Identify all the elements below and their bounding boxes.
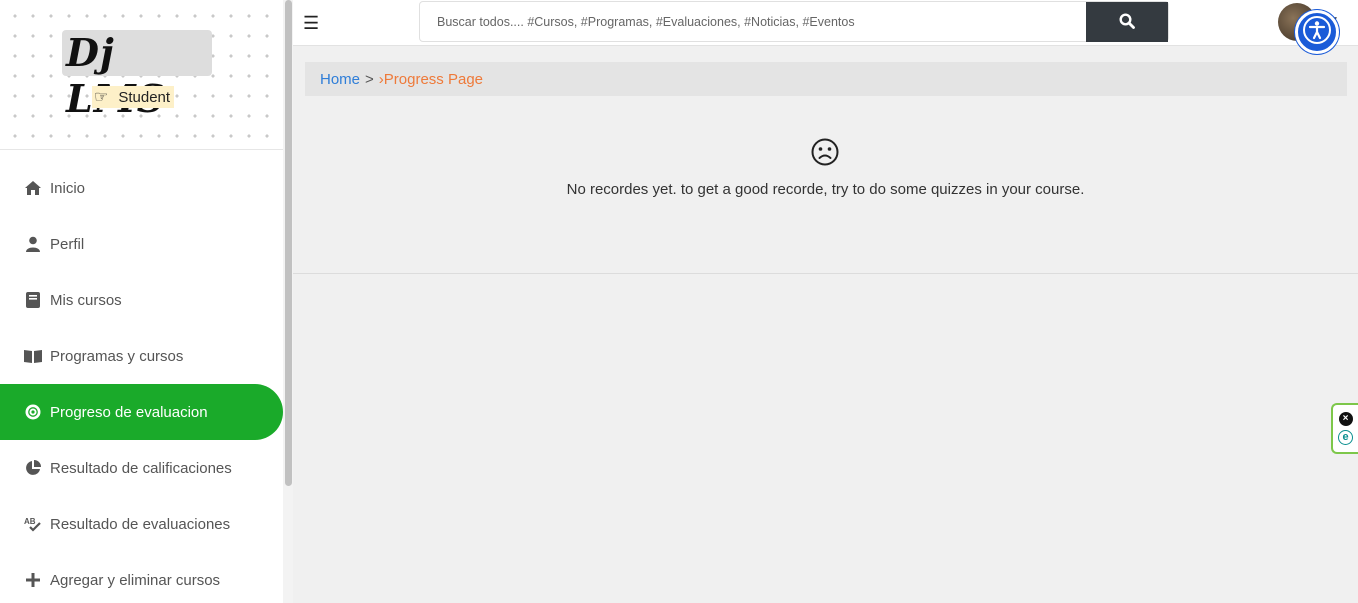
role-badge: ☞ Student xyxy=(92,86,175,108)
search-input[interactable] xyxy=(420,2,1080,41)
sidebar-item-label: Programas y cursos xyxy=(50,347,184,365)
breadcrumb-current: ›Progress Page xyxy=(378,70,483,88)
search-bar xyxy=(419,1,1169,42)
sidebar-item-label: Agregar y eliminar cursos xyxy=(50,571,221,589)
brand-header: Dj LMS ☞ Student xyxy=(0,0,283,150)
sidebar-item-mis-cursos[interactable]: Mis cursos xyxy=(0,272,283,328)
sidebar-item-label: Inicio xyxy=(50,179,86,197)
close-icon[interactable]: × xyxy=(1338,412,1353,426)
side-widget: × e xyxy=(1331,403,1358,454)
spellcheck-icon: AB xyxy=(24,516,42,532)
search-button[interactable] xyxy=(1086,2,1168,42)
sidebar-item-agregar[interactable]: Agregar y eliminar cursos xyxy=(0,552,283,603)
sidebar: Dj LMS ☞ Student Inicio Perfil Mis curso… xyxy=(0,0,283,603)
sidebar-item-label: Resultado de evaluaciones xyxy=(50,515,231,533)
empty-state-message: No recordes yet. to get a good recorde, … xyxy=(566,181,1085,198)
empty-state: No recordes yet. to get a good recorde, … xyxy=(293,96,1358,274)
sidebar-nav: Inicio Perfil Mis cursos Programas y cur… xyxy=(0,160,283,603)
sad-face-icon xyxy=(811,138,839,166)
sidebar-item-progreso[interactable]: Progreso de evaluacion xyxy=(0,384,283,440)
topbar: ☰ ▼ xyxy=(293,0,1358,46)
sidebar-item-label: Progreso de evaluacion xyxy=(50,403,208,421)
sidebar-item-label: Mis cursos xyxy=(50,291,122,309)
sidebar-scrollbar-thumb[interactable] xyxy=(285,0,292,486)
svg-text:AB: AB xyxy=(24,517,36,526)
search-icon xyxy=(1119,12,1135,32)
book-icon xyxy=(24,292,42,308)
accessibility-icon xyxy=(1302,15,1332,50)
user-icon xyxy=(24,236,42,252)
sidebar-item-programas[interactable]: Programas y cursos xyxy=(0,328,283,384)
e-icon[interactable]: e xyxy=(1338,430,1353,445)
home-icon xyxy=(24,180,42,196)
pie-chart-icon xyxy=(24,460,42,476)
sidebar-item-perfil[interactable]: Perfil xyxy=(0,216,283,272)
sidebar-item-evaluaciones[interactable]: AB Resultado de evaluaciones xyxy=(0,496,283,552)
sidebar-item-inicio[interactable]: Inicio xyxy=(0,160,283,216)
sidebar-item-calificaciones[interactable]: Resultado de calificaciones xyxy=(0,440,283,496)
role-label: Student xyxy=(118,88,171,106)
hamburger-icon[interactable]: ☰ xyxy=(303,13,319,34)
breadcrumb: Home > ›Progress Page xyxy=(305,62,1347,96)
accessibility-button[interactable] xyxy=(1295,10,1339,54)
sidebar-item-label: Resultado de calificaciones xyxy=(50,459,232,477)
pointing-hand-icon: ☞ xyxy=(94,89,109,106)
logo[interactable]: Dj LMS xyxy=(62,30,212,121)
plus-icon xyxy=(24,573,42,587)
breadcrumb-home-link[interactable]: Home xyxy=(320,71,360,88)
sidebar-item-label: Perfil xyxy=(50,235,85,253)
open-book-icon xyxy=(24,349,42,363)
target-icon xyxy=(24,404,42,420)
breadcrumb-separator: > xyxy=(365,70,374,88)
